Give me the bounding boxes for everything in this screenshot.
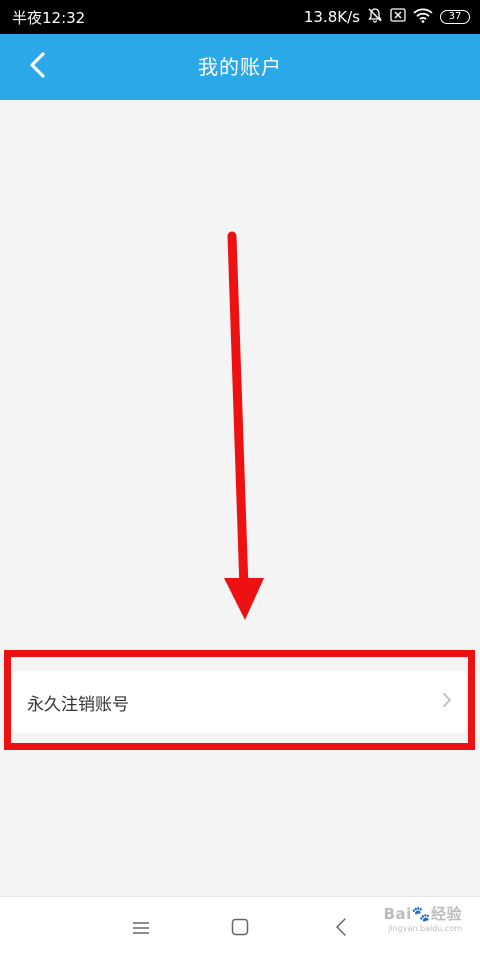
- battery-icon: 37: [440, 10, 470, 24]
- menu-icon: [132, 920, 150, 939]
- nav-back-button[interactable]: [325, 913, 357, 945]
- watermark: Bai🐾经验 jingyan.baidu.com: [384, 903, 462, 933]
- status-bar: 半夜12:32 13.8K/s 37: [0, 0, 480, 34]
- nav-menu-button[interactable]: [125, 913, 157, 945]
- chevron-right-icon: [442, 692, 452, 712]
- navigation-bar: Bai🐾经验 jingyan.baidu.com: [0, 896, 480, 960]
- list-item-label: 永久注销账号: [27, 694, 129, 715]
- net-speed: 13.8K/s: [303, 8, 360, 26]
- chevron-left-icon: [29, 52, 47, 82]
- status-icons: 13.8K/s 37: [304, 7, 470, 27]
- wifi-icon: [413, 8, 433, 27]
- sim-off-icon: [390, 8, 406, 26]
- nav-home-button[interactable]: [224, 913, 256, 945]
- list-item-delete-account[interactable]: 永久注销账号: [12, 671, 466, 733]
- page-title: 我的账户: [198, 55, 282, 79]
- annotation-arrow: [218, 228, 268, 624]
- battery-level: 37: [448, 11, 462, 22]
- status-time: 半夜12:32: [12, 8, 86, 27]
- app-header: 我的账户: [0, 34, 480, 100]
- back-button[interactable]: [18, 47, 58, 87]
- home-square-icon: [231, 918, 249, 940]
- back-triangle-icon: [335, 918, 347, 940]
- mute-bell-icon: [367, 7, 383, 27]
- watermark-url: jingyan.baidu.com: [388, 924, 462, 933]
- watermark-logo: Bai🐾经验: [383, 905, 462, 923]
